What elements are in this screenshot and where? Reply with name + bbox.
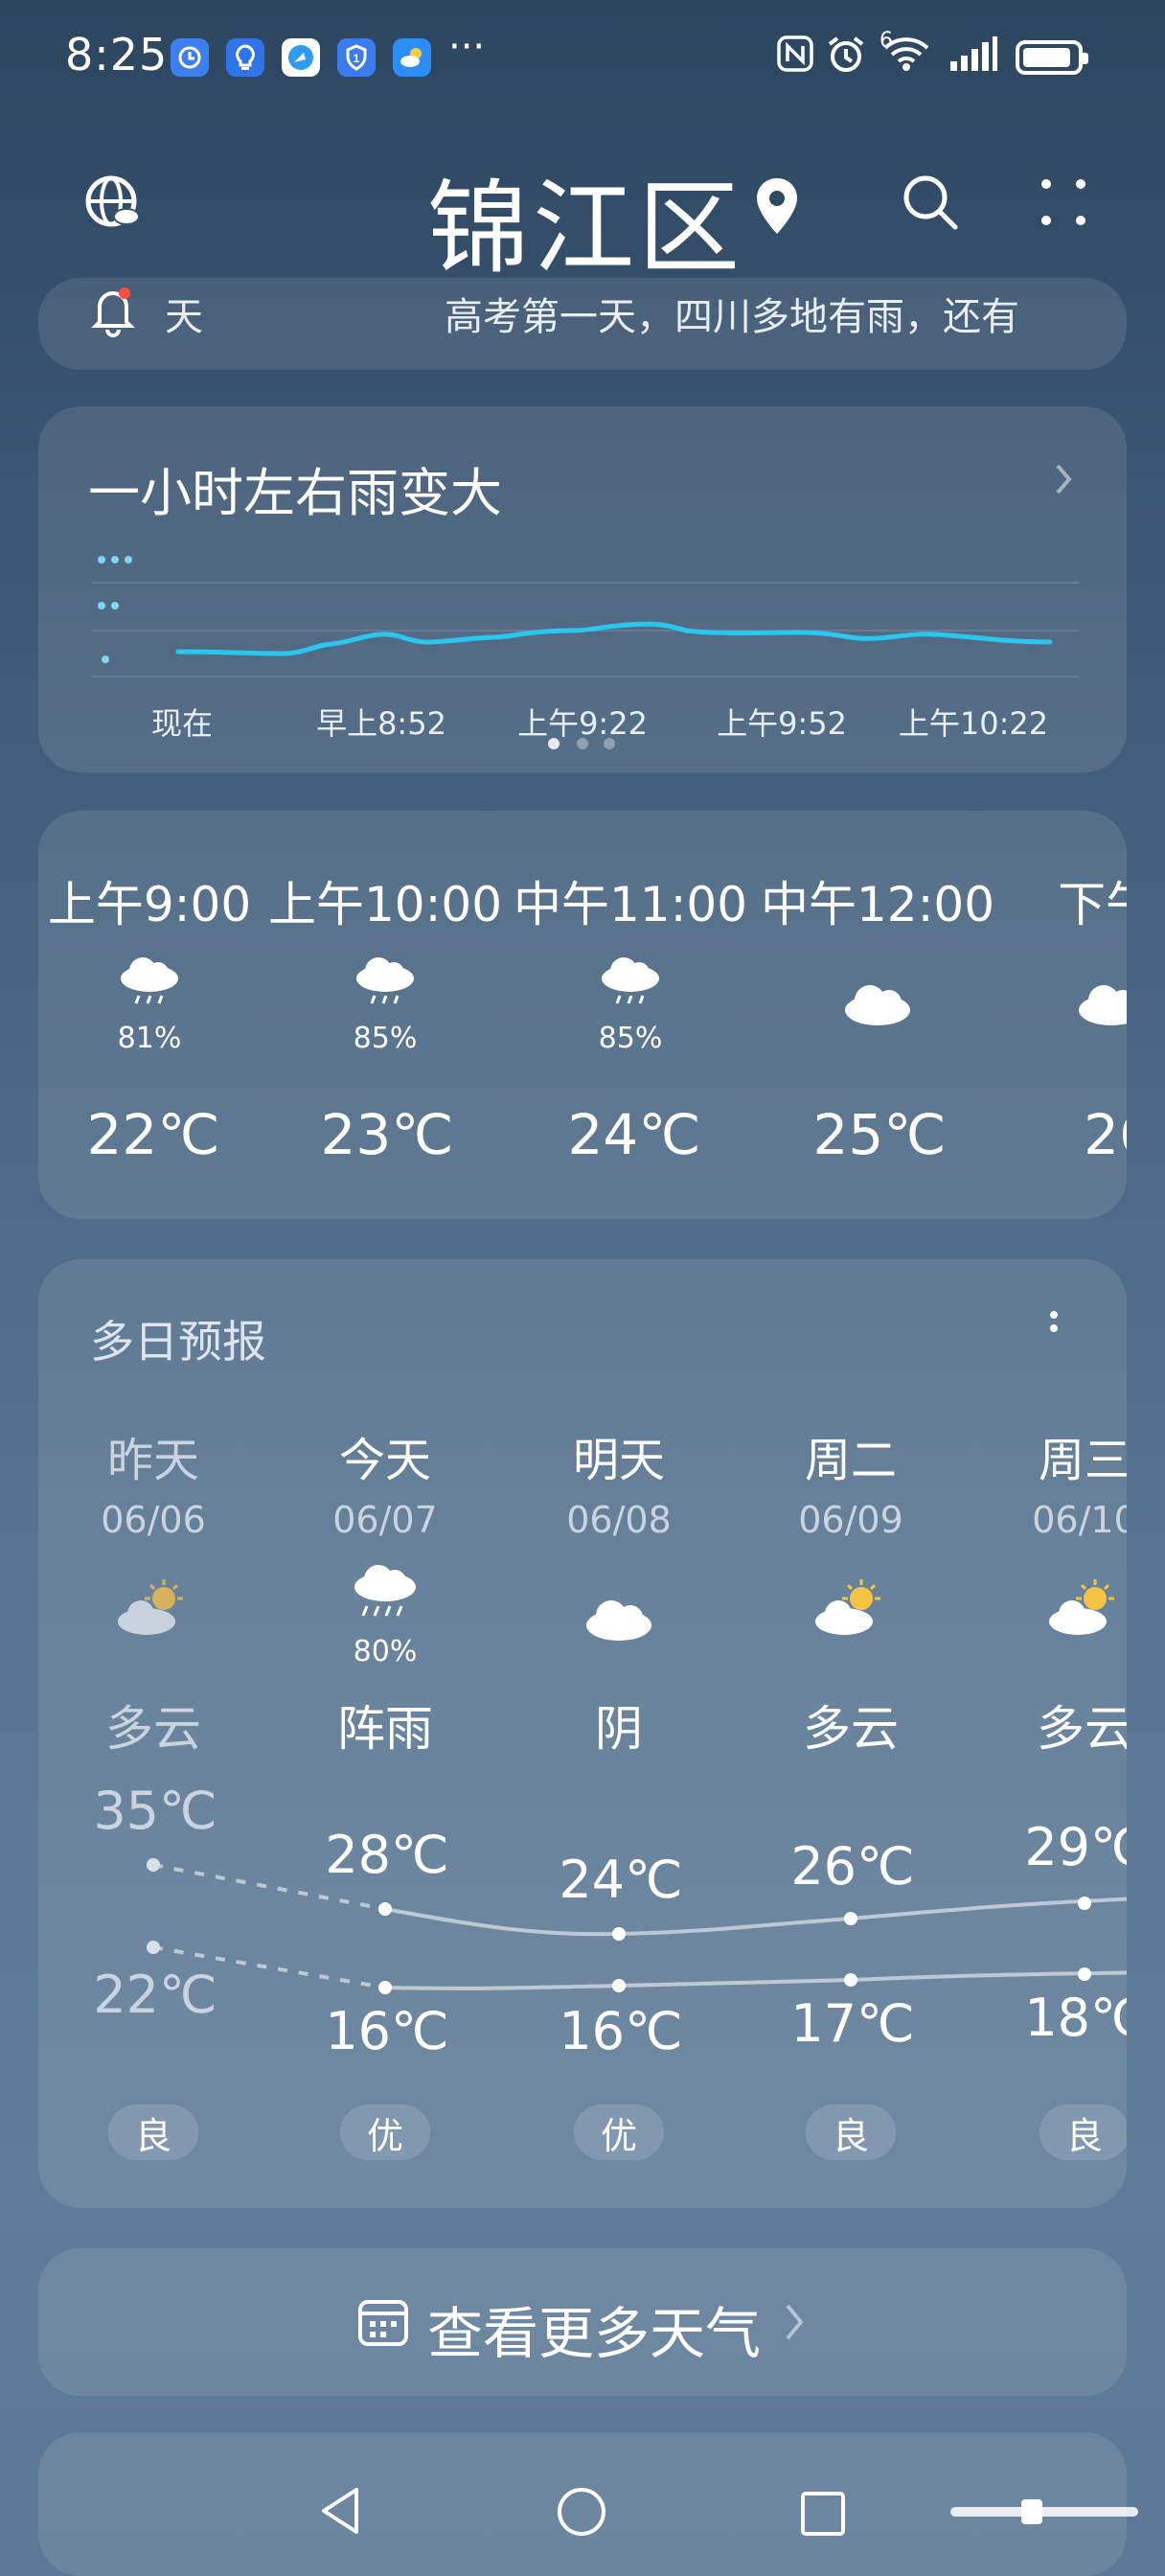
intensity-moderate-icon: [98, 602, 119, 610]
rain-cloud-icon: [352, 954, 419, 1015]
hour-temp: 23℃: [320, 1102, 454, 1167]
low-temp-label: 18℃: [1024, 1988, 1127, 2048]
battery-icon: [1016, 40, 1088, 75]
hour-temp: 24℃: [567, 1102, 701, 1167]
daily-list[interactable]: 昨天 今天 明天 周二 周三 06/06 06/07 06/08 06/09 0…: [38, 1259, 1127, 2208]
status-time: 8:25: [65, 29, 169, 80]
high-temp-point: [844, 1912, 857, 1925]
alarm-icon: [826, 34, 866, 84]
low-temp-label: 16℃: [325, 2001, 449, 2061]
city-name[interactable]: 锦江区: [427, 146, 743, 293]
wifi-icon: [881, 34, 931, 82]
hour-time: 上午10:00: [267, 877, 503, 932]
temperature-chart: [147, 1858, 1127, 1994]
low-temp-point: [1078, 1967, 1091, 1981]
hour-precip-pct: 81%: [117, 1022, 182, 1055]
low-temp-point: [612, 1979, 626, 1992]
low-temp-point: [378, 1981, 392, 1994]
chevron-right-icon[interactable]: [1052, 460, 1077, 502]
precip-time-label: 上午9:52: [717, 705, 847, 742]
hour-time: 上午9:00: [47, 877, 252, 932]
nfc-icon: [776, 34, 814, 82]
low-temp-label: 17℃: [790, 1993, 915, 2054]
hour-precip-pct: 85%: [353, 1022, 418, 1055]
hour-precip-pct: 85%: [598, 1022, 663, 1055]
home-nav-icon[interactable]: [556, 2486, 607, 2542]
high-temp-label: 35℃: [93, 1781, 217, 1841]
intensity-heavy-icon: [98, 556, 132, 564]
notice-message: 高考第一天，四川多地有雨，还有: [445, 295, 1019, 339]
accessibility-handle-icon[interactable]: [948, 2497, 1140, 2530]
search-icon[interactable]: [899, 171, 962, 238]
low-temp-label: 16℃: [559, 2001, 683, 2061]
precip-time-label: 现在: [150, 705, 214, 742]
clock-app-icon: [171, 38, 209, 77]
bulb-app-icon: [226, 38, 264, 77]
battery-level-fill: [1023, 48, 1070, 67]
back-nav-icon[interactable]: [316, 2484, 364, 2542]
more-weather-label[interactable]: 查看更多天气: [427, 2288, 761, 2369]
high-temp-point: [612, 1927, 626, 1941]
hour-temp: 22℃: [86, 1102, 220, 1167]
more-menu-icon[interactable]: [1037, 172, 1090, 238]
hour-temp: 26: [1084, 1102, 1127, 1167]
high-temp-point: [378, 1902, 392, 1916]
high-temp-point: [1078, 1897, 1091, 1910]
high-temp-point: [147, 1858, 160, 1872]
hour-time: 中午12:00: [760, 877, 995, 932]
hour-time: 下午1: [1058, 877, 1127, 932]
notice-card[interactable]: 天 高考第一天，四川多地有雨，还有: [38, 278, 1127, 370]
intensity-light-icon: [102, 656, 109, 663]
low-temp-line: [384, 1970, 1127, 1990]
page-indicator: [546, 736, 619, 755]
low-temp-point: [147, 1941, 160, 1954]
high-temp-label: 28℃: [325, 1825, 449, 1885]
precipitation-chart: [92, 556, 1079, 678]
notice-day-label: 天: [165, 295, 203, 339]
low-temp-label: 22℃: [93, 1965, 217, 2025]
high-temp-label: 29℃: [1024, 1817, 1127, 1877]
more-notifications-indicator: ···: [448, 25, 486, 69]
hour-time: 中午11:00: [513, 877, 748, 932]
signal-icon: [948, 34, 998, 82]
high-temp-label: 26℃: [790, 1836, 915, 1897]
cloud-icon: [1075, 978, 1127, 1033]
high-temp-label: 24℃: [559, 1850, 683, 1910]
calendar-icon: [356, 2294, 410, 2352]
chevron-right-icon: [782, 2300, 807, 2348]
precipitation-title: 一小时左右雨变大: [88, 463, 502, 523]
rain-cloud-icon: [116, 954, 183, 1015]
aqi-badge: 优: [340, 2104, 430, 2160]
precip-time-label: 上午10:22: [898, 705, 1049, 742]
weather-app-icon: [393, 38, 431, 77]
status-bar: 8:25 1 ··· 6: [0, 0, 1165, 115]
recents-nav-icon[interactable]: [799, 2490, 847, 2542]
precip-time-label: 早上8:52: [316, 705, 446, 742]
globe-weather-icon[interactable]: [82, 172, 144, 238]
low-temp-point: [844, 1973, 857, 1987]
hour-temp: 25℃: [812, 1102, 947, 1167]
rain-cloud-icon: [597, 954, 664, 1015]
aqi-badge: 优: [574, 2104, 664, 2160]
hourly-list[interactable]: 上午9:00 81% 22℃ 上午10:00 85% 23℃ 中午11:00 8…: [38, 811, 1127, 1219]
high-temp-line: [384, 1897, 1127, 1937]
cloud-icon: [841, 978, 914, 1033]
aqi-badge: 良: [108, 2104, 198, 2160]
browser-app-icon: [282, 38, 320, 77]
shield-app-icon: 1: [337, 38, 376, 77]
svg-text:1: 1: [354, 52, 360, 65]
aqi-badge: 良: [806, 2104, 896, 2160]
precipitation-line: [175, 621, 1053, 656]
location-pin-icon: [753, 176, 801, 242]
aqi-badge: 良: [1039, 2104, 1127, 2160]
bell-icon: [86, 284, 140, 341]
